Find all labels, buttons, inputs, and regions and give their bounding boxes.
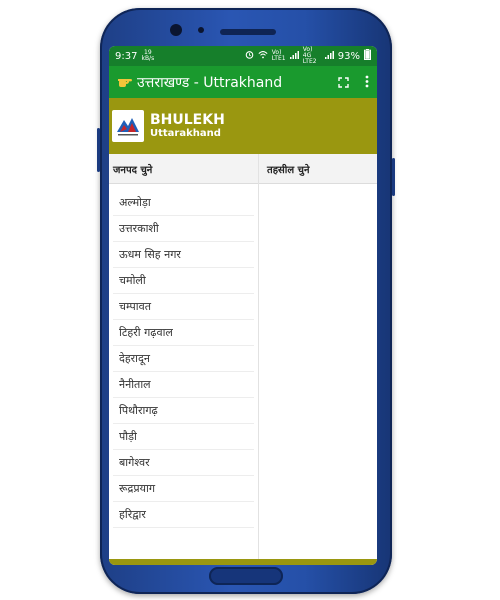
app-bar: उत्तराखण्ड - Uttrakhand [109,66,377,98]
home-button[interactable] [209,567,283,585]
district-column: जनपद चुने अल्मोड़ा उत्तरकाशी ऊधम सिह नगर… [109,154,259,565]
brand-title: BHULEKH [150,112,225,128]
fullscreen-icon[interactable] [338,73,349,92]
status-icons: Vo) LTE1 Vo) 4G LTE2 93% [245,47,371,65]
list-item-district[interactable]: नैनीताल [113,372,254,398]
district-list: अल्मोड़ा उत्तरकाशी ऊधम सिह नगर चमोली चम्… [109,184,258,528]
overflow-menu-icon[interactable] [365,73,369,92]
brand-subtitle: Uttarakhand [150,128,221,139]
brand-banner: BHULEKH Uttarakhand [109,98,377,154]
app-bar-actions [338,73,369,92]
pointing-hand-icon [117,73,133,92]
list-item-district[interactable]: ऊधम सिह नगर [113,242,254,268]
app-title: उत्तराखण्ड - Uttrakhand [137,74,283,91]
front-camera [170,24,182,36]
list-item-district[interactable]: चमोली [113,268,254,294]
signal-icon [324,50,334,62]
list-item-district[interactable]: उत्तरकाशी [113,216,254,242]
selection-panels: जनपद चुने अल्मोड़ा उत्तरकाशी ऊधम सिह नगर… [109,154,377,565]
list-item-district[interactable]: हरिद्वार [113,502,254,528]
list-item-district[interactable]: देहरादून [113,346,254,372]
screen: 9:37 19 kB/s Vo) LTE1 Vo) 4G LTE2 93% उत… [109,46,377,565]
list-item-district[interactable]: अल्मोड़ा [113,190,254,216]
bottom-strip [109,559,377,565]
list-item-district[interactable]: पिथौरागढ़ [113,398,254,424]
network-speed: 19 kB/s [141,50,154,62]
list-item-district[interactable]: पौड़ी [113,424,254,450]
sim1-label: Vo) LTE1 [271,49,286,62]
sensor [198,27,204,33]
speed-unit: kB/s [141,55,155,62]
earpiece-speaker [220,29,276,35]
alarm-icon [245,50,254,62]
tehsil-column: तहसील चुने [259,154,377,565]
volume-button [97,128,100,172]
battery-percent: 93% [337,50,360,62]
tehsil-header: तहसील चुने [259,154,377,184]
sim2-label: Vo) 4G LTE2 [302,46,317,65]
wifi-icon [258,50,268,62]
list-item-district[interactable]: रूद्रप्रयाग [113,476,254,502]
signal-icon [289,50,299,62]
power-button [392,158,395,196]
battery-icon [364,49,371,63]
list-item-district[interactable]: बागेश्वर [113,450,254,476]
list-item-district[interactable]: चम्पावत [113,294,254,320]
status-bar: 9:37 19 kB/s Vo) LTE1 Vo) 4G LTE2 93% [109,46,377,66]
status-time: 9:37 [115,50,138,62]
phone-frame: 9:37 19 kB/s Vo) LTE1 Vo) 4G LTE2 93% उत… [97,8,395,594]
uttarakhand-logo-icon [112,110,144,142]
district-header: जनपद चुने [109,154,258,184]
list-item-district[interactable]: टिहरी गढ़वाल [113,320,254,346]
brand-text: BHULEKH Uttarakhand [144,112,225,140]
